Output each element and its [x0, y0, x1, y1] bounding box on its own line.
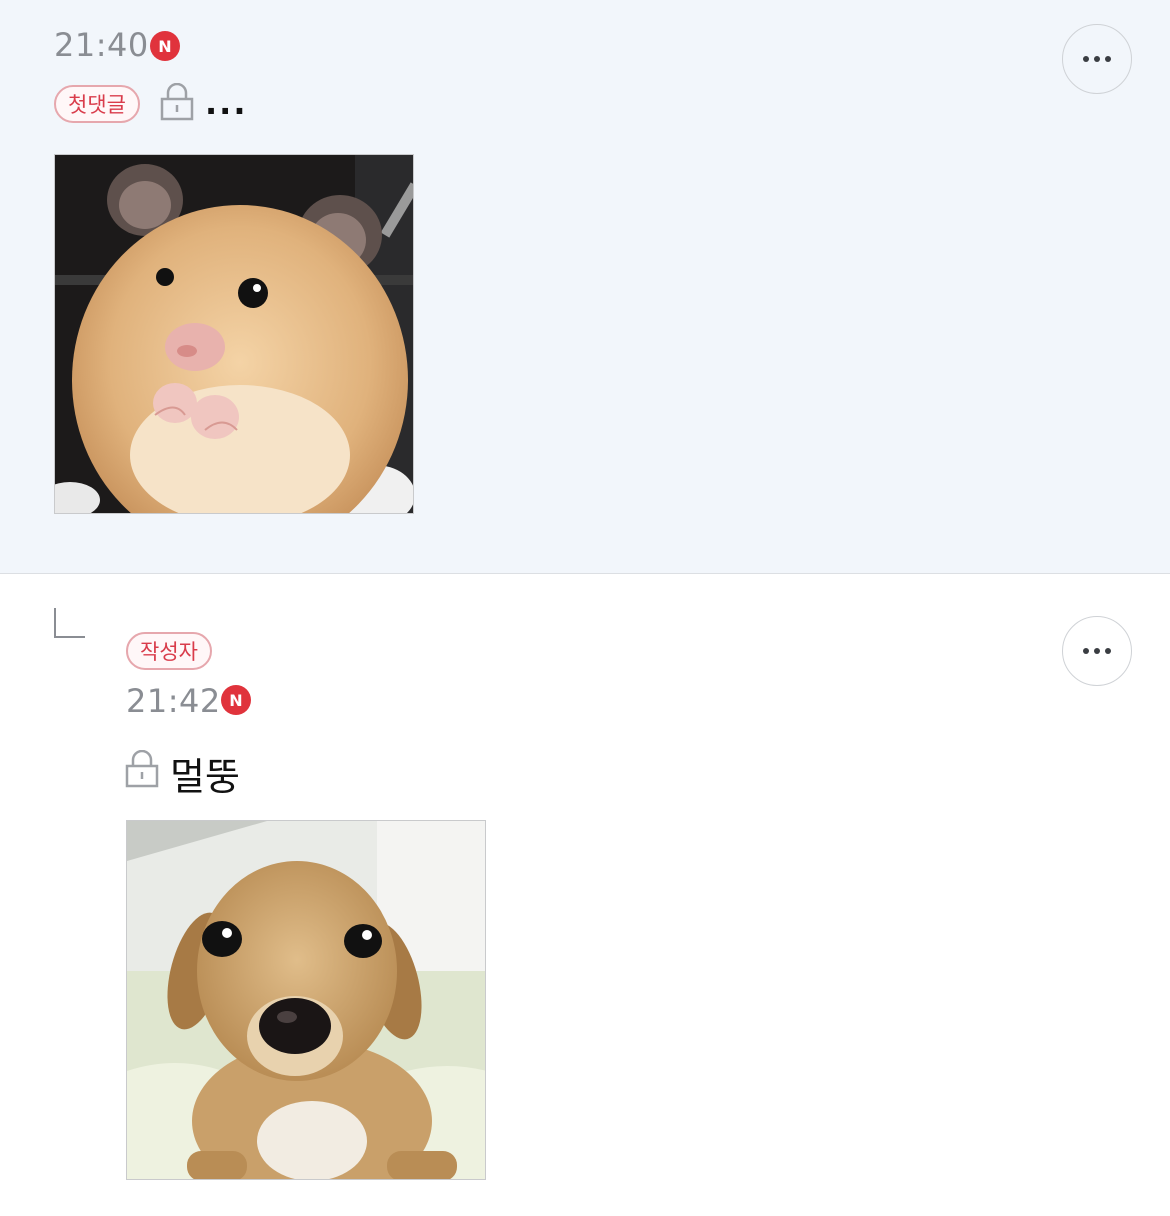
comment-text: ...	[205, 84, 248, 122]
lock-icon	[160, 83, 194, 121]
lock-icon	[125, 750, 159, 788]
comment-item-first: 21:40 N 첫댓글 ...	[0, 0, 1170, 573]
new-badge: N	[150, 31, 180, 61]
new-badge: N	[221, 685, 251, 715]
comment-text: 멀뚱	[170, 755, 240, 799]
more-horizontal-icon	[1083, 648, 1111, 654]
reply-arrow-icon	[54, 608, 85, 638]
hamster-image[interactable]	[54, 154, 414, 514]
comment-more-button[interactable]	[1062, 24, 1132, 94]
comment-time: 21:42	[126, 682, 221, 720]
puppy-image[interactable]	[126, 820, 486, 1180]
comment-more-button[interactable]	[1062, 616, 1132, 686]
more-horizontal-icon	[1083, 56, 1111, 62]
author-badge: 작성자	[126, 632, 212, 670]
comment-time: 21:40	[54, 26, 149, 64]
comment-item-reply: 작성자 21:42 N 멀뚱	[0, 574, 1170, 1216]
first-comment-badge: 첫댓글	[54, 85, 140, 123]
